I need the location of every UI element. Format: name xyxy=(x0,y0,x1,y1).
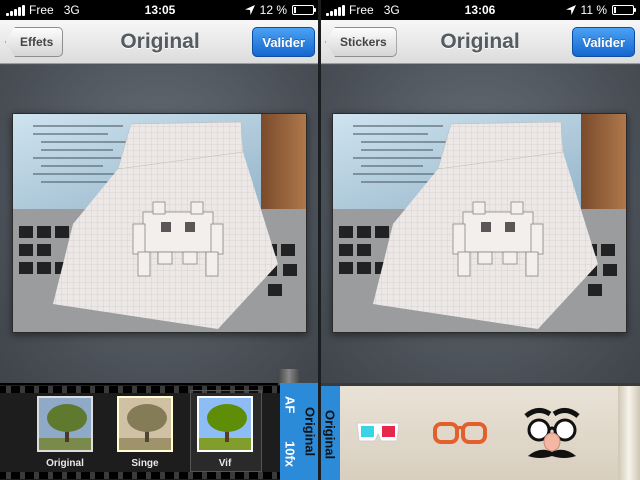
orange-glasses-icon[interactable] xyxy=(432,420,488,446)
screen-divider xyxy=(318,0,321,480)
tab-original[interactable]: Original xyxy=(320,386,340,480)
filter-original[interactable]: Original xyxy=(36,396,94,469)
tab-af-10fx[interactable]: AF 10fx xyxy=(280,383,300,480)
nav-title: Original xyxy=(440,29,520,53)
filter-label: Singe xyxy=(131,458,159,469)
filter-label: Original xyxy=(46,458,84,469)
photo-canvas xyxy=(320,65,640,383)
battery-icon xyxy=(292,5,316,15)
edited-photo xyxy=(332,113,627,333)
tab-af-label: AF xyxy=(282,396,298,414)
paper-roll-icon xyxy=(618,386,640,480)
groucho-disguise-icon[interactable] xyxy=(520,404,584,468)
valider-button[interactable]: Valider xyxy=(572,27,635,57)
filter-label: Vif xyxy=(218,458,232,469)
sticker-tray: Original xyxy=(320,383,640,480)
tab-original-label: Original xyxy=(322,409,338,460)
back-button-effets[interactable]: Effets xyxy=(5,27,64,57)
filter-thumbnail xyxy=(197,396,253,452)
nav-bar: Stickers Original Valider xyxy=(320,20,640,64)
status-bar: Free 3G 13:06 11 % xyxy=(320,0,640,20)
3d-glasses-icon[interactable] xyxy=(356,420,400,444)
back-button-stickers[interactable]: Stickers xyxy=(325,27,397,57)
nav-title: Original xyxy=(120,29,200,53)
filter-singe[interactable]: Singe xyxy=(116,396,174,469)
carrier-label: Free xyxy=(349,3,374,17)
location-arrow-icon xyxy=(565,5,576,15)
right-screen: Free 3G 13:06 11 % Stickers Original Val… xyxy=(320,0,640,480)
tab-original[interactable]: Original xyxy=(300,383,320,480)
battery-percent: 11 % xyxy=(580,3,607,17)
tab-original-label: Original xyxy=(302,406,318,457)
tab-10fx-label: 10fx xyxy=(282,440,298,467)
location-arrow-icon xyxy=(244,5,255,15)
valider-button[interactable]: Valider xyxy=(252,27,315,57)
signal-icon xyxy=(326,4,345,16)
status-bar: Free 3G 13:05 12 % xyxy=(0,0,320,20)
carrier-label: Free xyxy=(29,3,54,17)
filter-film-strip[interactable]: Original Singe Vif xyxy=(0,383,280,480)
nav-bar: Effets Original Valider xyxy=(0,20,320,64)
battery-percent: 12 % xyxy=(259,3,287,17)
left-screen: Free 3G 13:05 12 % Effets Original Valid… xyxy=(0,0,320,480)
photo-canvas xyxy=(0,65,320,383)
filter-tray: Original Singe Vif AF 10fx Original xyxy=(0,369,320,480)
battery-icon xyxy=(612,5,636,15)
edited-photo xyxy=(12,113,307,333)
network-label: 3G xyxy=(383,3,400,17)
filter-vif[interactable]: Vif xyxy=(190,390,262,472)
network-label: 3G xyxy=(63,3,80,17)
filter-thumbnail xyxy=(117,396,173,452)
filter-thumbnail xyxy=(37,396,93,452)
signal-icon xyxy=(6,4,25,16)
